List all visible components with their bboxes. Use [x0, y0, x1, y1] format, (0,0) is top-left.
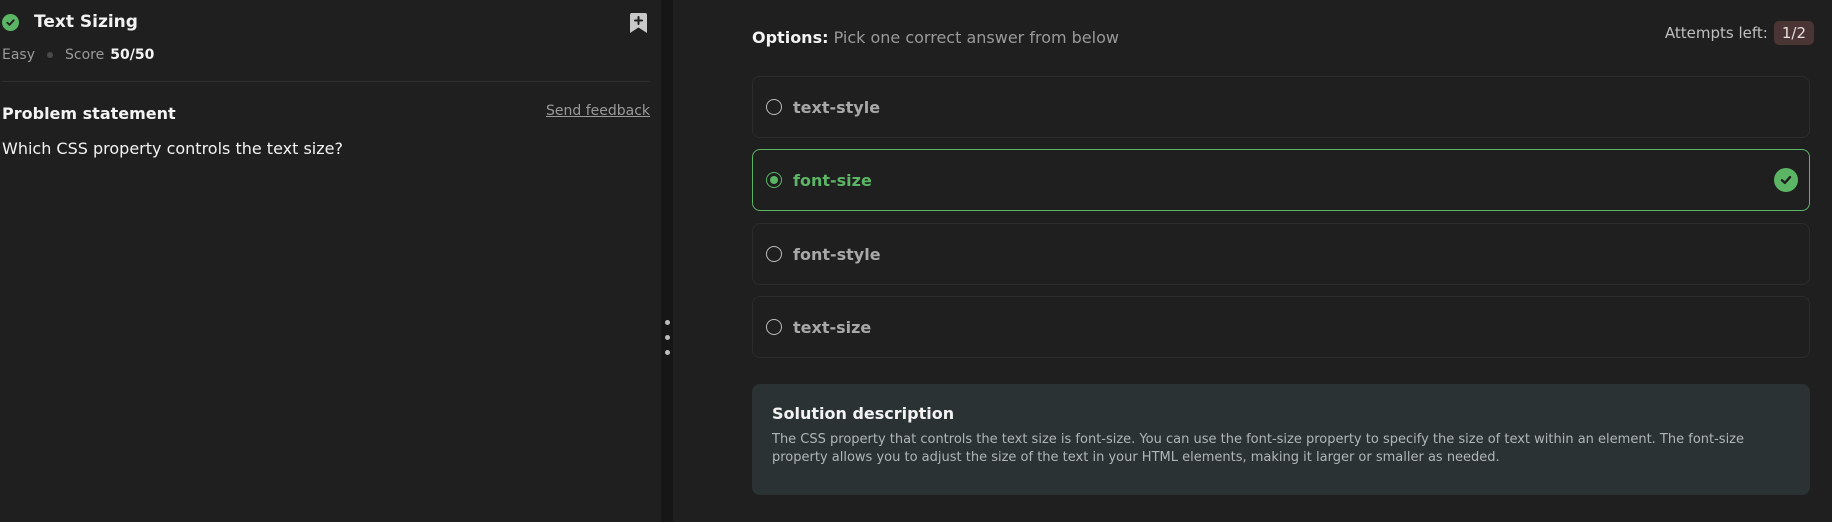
problem-meta: Easy Score 50/50 [2, 47, 154, 63]
app: Text Sizing Easy Score 50/50 Problem sta… [0, 0, 1832, 522]
attempts-indicator: Attempts left: 1/2 [1665, 21, 1814, 45]
solved-check-icon [2, 13, 19, 31]
problem-statement-heading: Problem statement [2, 104, 176, 123]
solution-description: Solution description The CSS property th… [752, 384, 1810, 495]
panel-resize-handle[interactable] [661, 0, 673, 522]
option-font-style[interactable]: font-style [752, 223, 1810, 285]
divider-line [2, 81, 650, 82]
radio-button[interactable] [766, 246, 782, 262]
options-hint: Pick one correct answer from below [833, 28, 1119, 47]
meta-separator [47, 52, 54, 58]
option-label: text-size [793, 317, 872, 337]
option-text-size[interactable]: text-size [752, 296, 1810, 358]
option-label: font-style [793, 244, 881, 264]
radio-button-selected[interactable] [766, 172, 782, 188]
option-font-size[interactable]: font-size [752, 149, 1810, 211]
option-label: text-style [793, 97, 881, 117]
attempts-count-badge: 1/2 [1773, 21, 1814, 45]
problem-title: Text Sizing [34, 12, 138, 32]
solution-heading: Solution description [772, 404, 955, 423]
options-header: Options: Pick one correct answer from be… [752, 28, 1119, 47]
drag-handle-icon [665, 320, 670, 365]
option-label: font-size [793, 170, 872, 190]
score-value: 50/50 [110, 47, 155, 63]
option-text-style[interactable]: text-style [752, 76, 1810, 138]
correct-check-icon [1774, 168, 1798, 192]
attempts-label: Attempts left: [1664, 24, 1768, 42]
difficulty-label: Easy [2, 47, 36, 63]
problem-panel: Text Sizing Easy Score 50/50 Problem sta… [0, 0, 661, 522]
options-label: Options: [752, 28, 829, 47]
radio-button[interactable] [766, 319, 782, 335]
quiz-panel: Options: Pick one correct answer from be… [673, 0, 1832, 522]
radio-button[interactable] [766, 99, 782, 115]
problem-question: Which CSS property controls the text siz… [2, 139, 343, 158]
score-label: Score [65, 47, 105, 63]
send-feedback-link[interactable]: Send feedback [546, 103, 650, 119]
bookmark-plus-icon[interactable] [629, 12, 648, 34]
problem-title-row: Text Sizing [2, 12, 138, 32]
solution-body: The CSS property that controls the text … [772, 432, 1745, 465]
